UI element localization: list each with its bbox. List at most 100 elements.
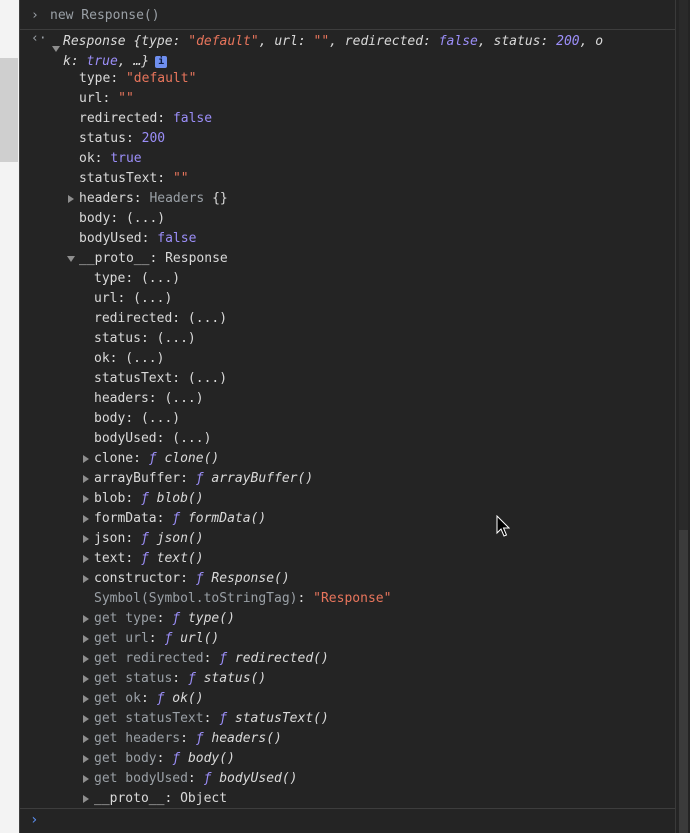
expand-triangle-icon[interactable] — [83, 735, 89, 743]
function-icon: ƒ — [172, 751, 188, 766]
property-key: statusText — [94, 371, 173, 386]
summary-value: 200 — [556, 34, 580, 49]
result-summary[interactable]: Response {type: "default", url: "", redi… — [63, 32, 603, 52]
symbol-row: Symbol(Symbol.toStringTag): "Response" — [94, 589, 391, 609]
property-value: false — [157, 231, 197, 246]
proto-lazy-row[interactable]: statusText: (...) — [94, 369, 227, 389]
getter-row[interactable]: get redirected: ƒ redirected() — [94, 649, 329, 669]
getter-row[interactable]: get headers: ƒ headers() — [94, 729, 282, 749]
expand-triangle-icon[interactable] — [83, 755, 89, 763]
getter-row[interactable]: get ok: ƒ ok() — [94, 689, 204, 709]
function-icon: ƒ — [195, 571, 212, 586]
property-row: body: (...) — [79, 209, 165, 229]
method-value: json() — [156, 531, 204, 546]
function-icon: ƒ — [219, 651, 235, 666]
proto-lazy-row[interactable]: status: (...) — [94, 329, 196, 349]
colon: : — [102, 91, 119, 106]
expand-triangle-icon[interactable] — [83, 615, 89, 623]
colon: : — [141, 231, 158, 246]
summary-value: true — [86, 54, 118, 69]
expand-triangle-icon[interactable] — [83, 575, 89, 583]
collapse-triangle-icon[interactable] — [67, 256, 75, 262]
getter-value: statusText() — [234, 711, 329, 726]
method-key: formData — [94, 511, 157, 526]
summary-key: type: — [141, 34, 189, 49]
method-row[interactable]: clone: ƒ clone() — [94, 449, 219, 469]
scrollbar-track-upper — [679, 0, 688, 530]
method-value: formData() — [187, 511, 267, 526]
console-command: new Response() — [50, 6, 160, 26]
colon: : — [133, 191, 150, 206]
getter-row[interactable]: get body: ƒ body() — [94, 749, 235, 769]
property-value: : (...) — [140, 331, 196, 346]
expand-triangle-icon[interactable] — [83, 655, 89, 663]
symbol-key: Symbol(Symbol.toStringTag) — [94, 591, 298, 606]
property-value: : (...) — [148, 391, 204, 406]
getter-row[interactable]: get status: ƒ status() — [94, 669, 266, 689]
expand-triangle-icon[interactable] — [83, 515, 89, 523]
expand-triangle-icon[interactable] — [83, 475, 89, 483]
method-value: arrayBuffer() — [211, 471, 314, 486]
expand-triangle-icon[interactable] — [83, 495, 89, 503]
getter-row[interactable]: get statusText: ƒ statusText() — [94, 709, 329, 729]
getter-row[interactable]: get type: ƒ type() — [94, 609, 235, 629]
expand-triangle-icon[interactable] — [83, 775, 89, 783]
expand-triangle-icon[interactable] — [83, 635, 89, 643]
colon: : — [125, 131, 142, 146]
colon: : — [180, 731, 196, 746]
proto-row[interactable]: __proto__: Response — [79, 249, 228, 269]
property-type: Headers — [149, 191, 213, 206]
function-icon: ƒ — [140, 551, 157, 566]
getter-key: get statusText — [94, 711, 204, 726]
colon: : — [297, 591, 314, 606]
scrollbar-thumb[interactable] — [679, 530, 688, 833]
property-row: ok: true — [79, 149, 142, 169]
property-value: {} — [212, 191, 228, 206]
expand-triangle-icon[interactable] — [83, 455, 89, 463]
method-row[interactable]: text: ƒ text() — [94, 549, 204, 569]
colon: : — [157, 111, 173, 126]
info-icon[interactable]: i — [155, 55, 168, 68]
expand-triangle-icon[interactable] — [83, 555, 89, 563]
property-key: status — [94, 331, 141, 346]
function-icon: ƒ — [156, 691, 173, 706]
divider — [19, 29, 675, 30]
method-key: arrayBuffer — [94, 471, 181, 486]
property-key: redirected — [94, 311, 173, 326]
colon: : — [157, 171, 173, 186]
expand-triangle-icon[interactable] — [83, 535, 89, 543]
getter-value: url() — [180, 631, 220, 646]
proto-lazy-row[interactable]: type: (...) — [94, 269, 180, 289]
proto-key: __proto__ — [79, 251, 150, 266]
expand-triangle-icon[interactable] — [83, 675, 89, 683]
function-icon: ƒ — [164, 631, 181, 646]
console-input-chevron-icon[interactable]: › — [30, 812, 38, 828]
expand-triangle-icon[interactable] — [83, 795, 89, 803]
getter-row[interactable]: get url: ƒ url() — [94, 629, 219, 649]
colon: : — [180, 571, 196, 586]
proto-lazy-row[interactable]: redirected: (...) — [94, 309, 227, 329]
expand-triangle-icon[interactable] — [68, 195, 74, 203]
proto-row[interactable]: __proto__: Object — [94, 789, 227, 809]
method-row[interactable]: arrayBuffer: ƒ arrayBuffer() — [94, 469, 313, 489]
expand-triangle-icon[interactable] — [83, 695, 89, 703]
proto-lazy-row[interactable]: ok: (...) — [94, 349, 164, 369]
method-row[interactable]: formData: ƒ formData() — [94, 509, 266, 529]
proto-lazy-row[interactable]: bodyUsed: (...) — [94, 429, 211, 449]
expand-triangle-icon[interactable] — [83, 715, 89, 723]
method-row[interactable]: constructor: ƒ Response() — [94, 569, 290, 589]
getter-key: get body — [94, 751, 157, 766]
proto-lazy-row[interactable]: headers: (...) — [94, 389, 204, 409]
method-row[interactable]: json: ƒ json() — [94, 529, 204, 549]
property-row[interactable]: headers: Headers {} — [79, 189, 228, 209]
property-value: "" — [172, 171, 189, 186]
method-row[interactable]: blob: ƒ blob() — [94, 489, 204, 509]
getter-key: get status — [94, 671, 173, 686]
collapse-triangle-icon[interactable] — [52, 46, 60, 52]
property-key: headers — [79, 191, 134, 206]
getter-row[interactable]: get bodyUsed: ƒ bodyUsed() — [94, 769, 298, 789]
proto-lazy-row[interactable]: url: (...) — [94, 289, 172, 309]
scrollbar[interactable] — [675, 0, 690, 833]
property-key: headers — [94, 391, 149, 406]
proto-lazy-row[interactable]: body: (...) — [94, 409, 180, 429]
